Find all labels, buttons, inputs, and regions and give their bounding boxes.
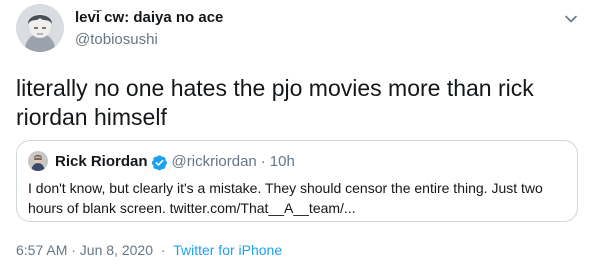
- quoted-tweet-time: 10h: [269, 153, 295, 170]
- tweet-meta: 6:57 AM · Jun 8, 2020 · Twitter for iPho…: [16, 240, 282, 260]
- tweet: levi̅ cw: daiya no ace @tobiosushi liter…: [0, 0, 596, 268]
- tweet-text: literally no one hates the pjo movies mo…: [16, 75, 534, 130]
- tweet-source-link[interactable]: Twitter for iPhone: [173, 242, 282, 258]
- verified-badge-icon: [151, 154, 168, 171]
- quoted-author-avatar: [28, 151, 48, 171]
- author-handle[interactable]: @tobiosushi: [75, 30, 223, 50]
- author-avatar[interactable]: [16, 4, 64, 52]
- quoted-tweet-header: Rick Riordan @rickriordan · 10h: [55, 152, 295, 172]
- tweet-timestamp[interactable]: 6:57 AM · Jun 8, 2020: [16, 242, 153, 258]
- meta-separator: ·: [160, 242, 166, 258]
- author-display-name[interactable]: levi̅ cw: daiya no ace: [75, 8, 223, 28]
- quoted-tweet[interactable]: Rick Riordan @rickriordan · 10h I don't …: [16, 140, 578, 222]
- quoted-tweet-text: I don't know, but clearly it's a mistake…: [28, 180, 543, 216]
- quoted-author-name: Rick Riordan: [55, 153, 148, 170]
- quoted-separator: ·: [260, 153, 266, 170]
- chevron-down-icon[interactable]: [564, 12, 578, 26]
- author-info: levi̅ cw: daiya no ace @tobiosushi: [75, 8, 223, 50]
- quoted-author-handle: @rickriordan: [171, 153, 257, 170]
